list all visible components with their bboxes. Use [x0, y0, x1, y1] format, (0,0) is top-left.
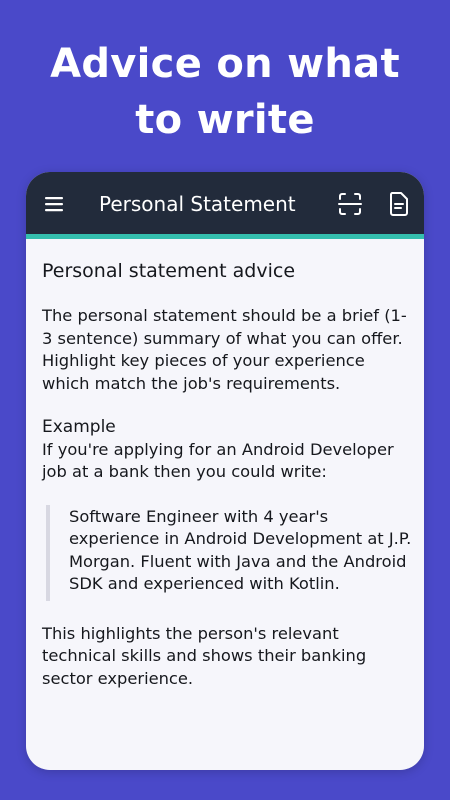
example-quote: Software Engineer with 4 year's experien… — [46, 504, 412, 601]
example-intro-text: If you're applying for an Android Develo… — [42, 439, 394, 482]
phone-screen: Personal Statement Personal statement ad… — [26, 172, 424, 770]
menu-button[interactable] — [40, 189, 70, 219]
hamburger-menu-icon — [45, 197, 63, 212]
promo-title: Advice on what to write — [0, 36, 450, 148]
app-bar-accent-line — [26, 234, 424, 239]
document-button[interactable] — [384, 189, 414, 219]
promo-title-line-2: to write — [135, 97, 315, 143]
advice-intro-text: The personal statement should be a brief… — [42, 306, 407, 393]
example-label: Example — [42, 417, 116, 437]
document-icon — [389, 192, 408, 216]
advice-heading: Personal statement advice — [42, 260, 296, 282]
app-bar-title: Personal Statement — [99, 192, 296, 216]
advice-content: Personal statement advice The personal s… — [42, 258, 412, 690]
scan-icon — [338, 193, 362, 215]
conclusion-text: This highlights the person's relevant te… — [42, 623, 367, 688]
scan-button[interactable] — [335, 189, 365, 219]
promo-title-line-1: Advice on what — [50, 41, 400, 87]
app-bar: Personal Statement — [26, 172, 424, 234]
